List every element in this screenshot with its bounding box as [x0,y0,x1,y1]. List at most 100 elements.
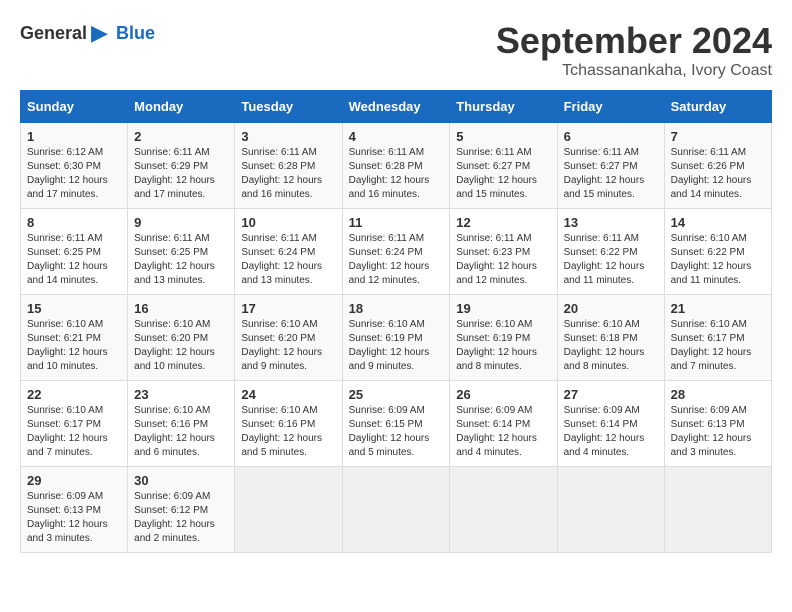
table-row: 23 Sunrise: 6:10 AMSunset: 6:16 PMDaylig… [128,381,235,467]
calendar-week-row: 29 Sunrise: 6:09 AMSunset: 6:13 PMDaylig… [21,467,772,553]
day-number: 30 [134,473,228,488]
day-number: 22 [27,387,121,402]
day-number: 13 [564,215,658,230]
day-info: Sunrise: 6:10 AMSunset: 6:16 PMDaylight:… [134,405,215,458]
day-info: Sunrise: 6:10 AMSunset: 6:17 PMDaylight:… [27,405,108,458]
logo-icon: ▶ [91,20,108,46]
day-number: 24 [241,387,335,402]
day-number: 6 [564,129,658,144]
table-row: 7 Sunrise: 6:11 AMSunset: 6:26 PMDayligh… [664,123,771,209]
day-number: 12 [456,215,550,230]
table-row: 29 Sunrise: 6:09 AMSunset: 6:13 PMDaylig… [21,467,128,553]
table-row [342,467,450,553]
day-number: 18 [349,301,444,316]
logo: General ▶ Blue [20,20,155,46]
table-row: 8 Sunrise: 6:11 AMSunset: 6:25 PMDayligh… [21,209,128,295]
table-row: 22 Sunrise: 6:10 AMSunset: 6:17 PMDaylig… [21,381,128,467]
table-row: 14 Sunrise: 6:10 AMSunset: 6:22 PMDaylig… [664,209,771,295]
table-row: 10 Sunrise: 6:11 AMSunset: 6:24 PMDaylig… [235,209,342,295]
calendar-header-row: Sunday Monday Tuesday Wednesday Thursday… [21,91,772,123]
day-info: Sunrise: 6:10 AMSunset: 6:19 PMDaylight:… [456,319,537,372]
table-row: 6 Sunrise: 6:11 AMSunset: 6:27 PMDayligh… [557,123,664,209]
day-info: Sunrise: 6:11 AMSunset: 6:28 PMDaylight:… [241,147,322,200]
day-info: Sunrise: 6:09 AMSunset: 6:14 PMDaylight:… [456,405,537,458]
col-saturday: Saturday [664,91,771,123]
calendar-week-row: 22 Sunrise: 6:10 AMSunset: 6:17 PMDaylig… [21,381,772,467]
day-number: 3 [241,129,335,144]
table-row: 11 Sunrise: 6:11 AMSunset: 6:24 PMDaylig… [342,209,450,295]
table-row [557,467,664,553]
table-row: 4 Sunrise: 6:11 AMSunset: 6:28 PMDayligh… [342,123,450,209]
day-number: 23 [134,387,228,402]
day-number: 10 [241,215,335,230]
table-row: 27 Sunrise: 6:09 AMSunset: 6:14 PMDaylig… [557,381,664,467]
day-info: Sunrise: 6:10 AMSunset: 6:19 PMDaylight:… [349,319,430,372]
day-info: Sunrise: 6:09 AMSunset: 6:12 PMDaylight:… [134,491,215,544]
day-number: 25 [349,387,444,402]
col-sunday: Sunday [21,91,128,123]
table-row: 17 Sunrise: 6:10 AMSunset: 6:20 PMDaylig… [235,295,342,381]
day-number: 29 [27,473,121,488]
day-number: 1 [27,129,121,144]
day-info: Sunrise: 6:11 AMSunset: 6:25 PMDaylight:… [27,233,108,286]
table-row: 26 Sunrise: 6:09 AMSunset: 6:14 PMDaylig… [450,381,557,467]
title-section: September 2024 Tchassanankaha, Ivory Coa… [496,20,772,80]
day-number: 11 [349,215,444,230]
table-row: 21 Sunrise: 6:10 AMSunset: 6:17 PMDaylig… [664,295,771,381]
day-info: Sunrise: 6:11 AMSunset: 6:24 PMDaylight:… [241,233,322,286]
table-row: 5 Sunrise: 6:11 AMSunset: 6:27 PMDayligh… [450,123,557,209]
day-number: 2 [134,129,228,144]
table-row: 20 Sunrise: 6:10 AMSunset: 6:18 PMDaylig… [557,295,664,381]
day-info: Sunrise: 6:10 AMSunset: 6:17 PMDaylight:… [671,319,752,372]
day-number: 28 [671,387,765,402]
day-number: 17 [241,301,335,316]
day-info: Sunrise: 6:10 AMSunset: 6:21 PMDaylight:… [27,319,108,372]
table-row: 3 Sunrise: 6:11 AMSunset: 6:28 PMDayligh… [235,123,342,209]
table-row [450,467,557,553]
day-info: Sunrise: 6:11 AMSunset: 6:24 PMDaylight:… [349,233,430,286]
table-row: 30 Sunrise: 6:09 AMSunset: 6:12 PMDaylig… [128,467,235,553]
day-number: 16 [134,301,228,316]
table-row [235,467,342,553]
table-row: 18 Sunrise: 6:10 AMSunset: 6:19 PMDaylig… [342,295,450,381]
day-number: 4 [349,129,444,144]
day-number: 14 [671,215,765,230]
calendar-subtitle: Tchassanankaha, Ivory Coast [496,62,772,80]
calendar-week-row: 8 Sunrise: 6:11 AMSunset: 6:25 PMDayligh… [21,209,772,295]
table-row [664,467,771,553]
calendar-week-row: 15 Sunrise: 6:10 AMSunset: 6:21 PMDaylig… [21,295,772,381]
day-info: Sunrise: 6:10 AMSunset: 6:18 PMDaylight:… [564,319,645,372]
day-number: 27 [564,387,658,402]
page-header: General ▶ Blue September 2024 Tchassanan… [20,20,772,80]
calendar-table: Sunday Monday Tuesday Wednesday Thursday… [20,90,772,553]
day-info: Sunrise: 6:11 AMSunset: 6:29 PMDaylight:… [134,147,215,200]
day-info: Sunrise: 6:11 AMSunset: 6:27 PMDaylight:… [456,147,537,200]
table-row: 25 Sunrise: 6:09 AMSunset: 6:15 PMDaylig… [342,381,450,467]
calendar-title: September 2024 [496,20,772,62]
day-number: 26 [456,387,550,402]
table-row: 24 Sunrise: 6:10 AMSunset: 6:16 PMDaylig… [235,381,342,467]
day-info: Sunrise: 6:11 AMSunset: 6:28 PMDaylight:… [349,147,430,200]
table-row: 13 Sunrise: 6:11 AMSunset: 6:22 PMDaylig… [557,209,664,295]
day-info: Sunrise: 6:12 AMSunset: 6:30 PMDaylight:… [27,147,108,200]
day-number: 19 [456,301,550,316]
day-number: 21 [671,301,765,316]
table-row: 28 Sunrise: 6:09 AMSunset: 6:13 PMDaylig… [664,381,771,467]
day-info: Sunrise: 6:10 AMSunset: 6:20 PMDaylight:… [134,319,215,372]
day-number: 9 [134,215,228,230]
day-info: Sunrise: 6:10 AMSunset: 6:16 PMDaylight:… [241,405,322,458]
table-row: 2 Sunrise: 6:11 AMSunset: 6:29 PMDayligh… [128,123,235,209]
day-info: Sunrise: 6:10 AMSunset: 6:20 PMDaylight:… [241,319,322,372]
col-wednesday: Wednesday [342,91,450,123]
logo-blue: Blue [116,23,155,44]
day-info: Sunrise: 6:09 AMSunset: 6:13 PMDaylight:… [671,405,752,458]
table-row: 12 Sunrise: 6:11 AMSunset: 6:23 PMDaylig… [450,209,557,295]
logo-general: General [20,23,87,44]
col-tuesday: Tuesday [235,91,342,123]
table-row: 16 Sunrise: 6:10 AMSunset: 6:20 PMDaylig… [128,295,235,381]
day-info: Sunrise: 6:09 AMSunset: 6:13 PMDaylight:… [27,491,108,544]
day-number: 7 [671,129,765,144]
day-info: Sunrise: 6:10 AMSunset: 6:22 PMDaylight:… [671,233,752,286]
day-info: Sunrise: 6:09 AMSunset: 6:14 PMDaylight:… [564,405,645,458]
table-row: 9 Sunrise: 6:11 AMSunset: 6:25 PMDayligh… [128,209,235,295]
